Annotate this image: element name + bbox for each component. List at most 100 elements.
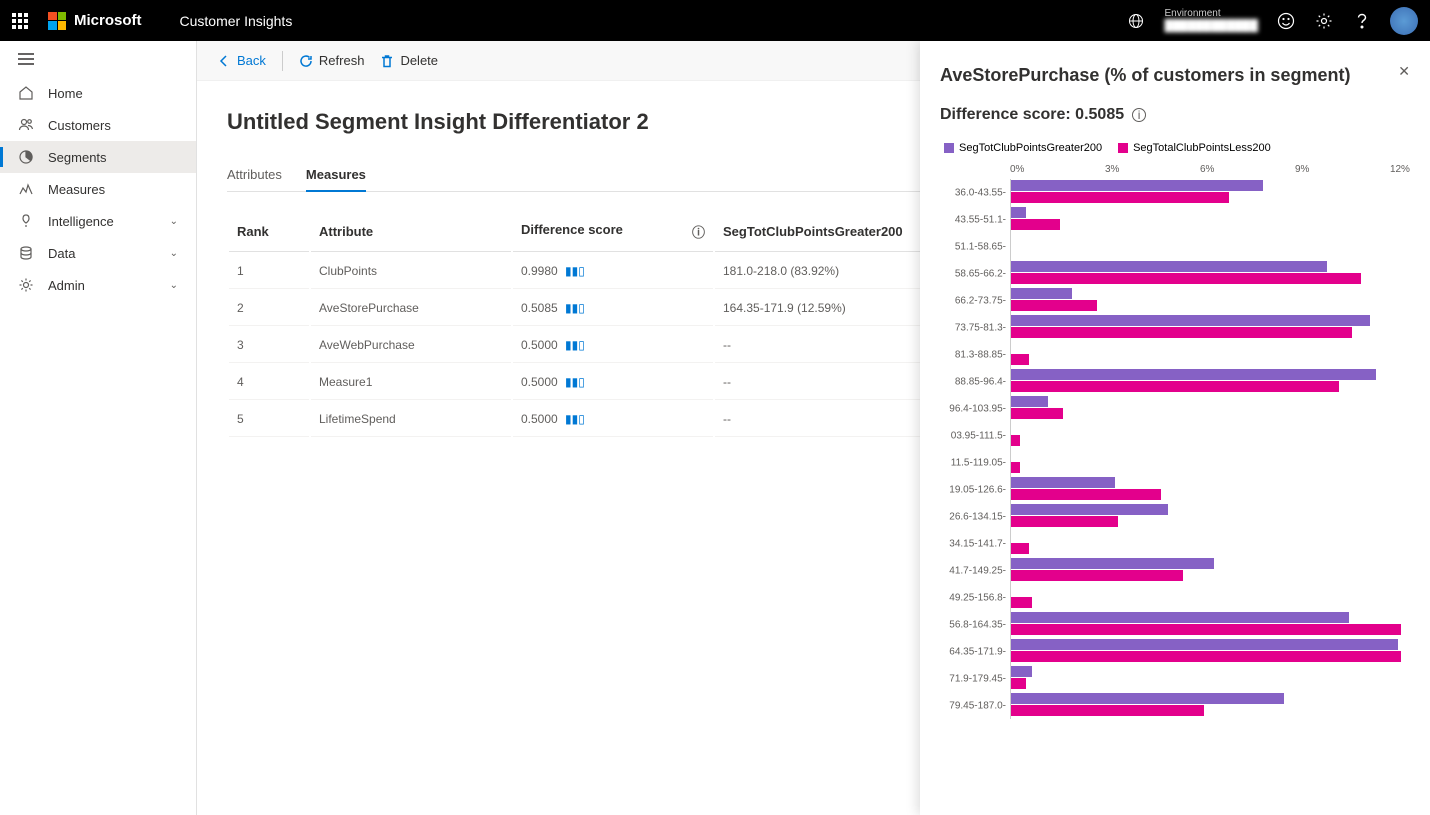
refresh-button[interactable]: Refresh xyxy=(299,53,365,68)
nav-label: Intelligence xyxy=(48,214,114,229)
cell-attribute: AveWebPurchase xyxy=(311,328,511,363)
chart-icon[interactable]: ▮▮▯ xyxy=(565,412,585,426)
bar-series-b[interactable] xyxy=(1011,489,1161,500)
chart-category-row: 81.3-88.85- xyxy=(1011,341,1410,368)
bar-series-b[interactable] xyxy=(1011,219,1060,230)
tab-attributes[interactable]: Attributes xyxy=(227,159,282,191)
nav-label: Segments xyxy=(48,150,107,165)
delete-button[interactable]: Delete xyxy=(380,53,438,68)
chart-icon[interactable]: ▮▮▯ xyxy=(565,264,585,278)
chart-icon[interactable]: ▮▮▯ xyxy=(565,338,585,352)
cell-attribute: ClubPoints xyxy=(311,254,511,289)
environment-icon[interactable] xyxy=(1126,11,1146,31)
close-icon[interactable]: ✕ xyxy=(1398,63,1410,80)
nav-icon xyxy=(18,181,34,197)
chart-category-row: 66.2-73.75- xyxy=(1011,287,1410,314)
nav-label: Admin xyxy=(48,278,85,293)
bar-series-b[interactable] xyxy=(1011,705,1204,716)
bar-series-b[interactable] xyxy=(1011,543,1029,554)
bar-series-b[interactable] xyxy=(1011,651,1401,662)
help-icon[interactable] xyxy=(1352,11,1372,31)
bar-series-b[interactable] xyxy=(1011,300,1097,311)
bar-series-a[interactable] xyxy=(1011,612,1349,623)
bar-series-b[interactable] xyxy=(1011,192,1229,203)
info-icon[interactable]: ⓘ xyxy=(692,222,705,241)
chart-category-row: 58.65-66.2- xyxy=(1011,260,1410,287)
env-value: ████████████ xyxy=(1164,20,1258,33)
chart-icon[interactable]: ▮▮▯ xyxy=(565,375,585,389)
nav-label: Measures xyxy=(48,182,105,197)
cell-rank: 5 xyxy=(229,402,309,437)
category-label: 34.15-141.7- xyxy=(941,538,1006,549)
bar-series-b[interactable] xyxy=(1011,516,1118,527)
chart-category-row: 03.95-111.5- xyxy=(1011,422,1410,449)
category-label: 43.55-51.1- xyxy=(941,214,1006,225)
nav-icon xyxy=(18,245,34,261)
bar-series-b[interactable] xyxy=(1011,273,1361,284)
bar-series-a[interactable] xyxy=(1011,477,1115,488)
bar-series-b[interactable] xyxy=(1011,408,1063,419)
bar-series-b[interactable] xyxy=(1011,570,1183,581)
tab-measures[interactable]: Measures xyxy=(306,159,366,192)
col-rank[interactable]: Rank xyxy=(229,212,309,252)
sidebar-item-data[interactable]: Data⌄ xyxy=(0,237,196,269)
delete-label: Delete xyxy=(400,53,438,68)
back-button[interactable]: Back xyxy=(217,53,266,68)
chart-category-row: 64.35-171.9- xyxy=(1011,638,1410,665)
bar-series-a[interactable] xyxy=(1011,180,1263,191)
cell-rank: 4 xyxy=(229,365,309,400)
bar-series-a[interactable] xyxy=(1011,288,1072,299)
chart-category-row: 34.15-141.7- xyxy=(1011,530,1410,557)
bar-series-a[interactable] xyxy=(1011,639,1398,650)
feedback-icon[interactable] xyxy=(1276,11,1296,31)
chart-category-row: 51.1-58.65- xyxy=(1011,233,1410,260)
category-label: 41.7-149.25- xyxy=(941,565,1006,576)
chart-legend: SegTotClubPointsGreater200 SegTotalClubP… xyxy=(944,142,1410,154)
settings-icon[interactable] xyxy=(1314,11,1334,31)
nav-toggle-icon[interactable] xyxy=(0,41,196,77)
bar-series-b[interactable] xyxy=(1011,678,1026,689)
category-label: 66.2-73.75- xyxy=(941,295,1006,306)
sidebar-item-segments[interactable]: Segments xyxy=(0,141,196,173)
bar-series-a[interactable] xyxy=(1011,693,1284,704)
bar-series-b[interactable] xyxy=(1011,354,1029,365)
bar-series-b[interactable] xyxy=(1011,597,1032,608)
sidebar-item-measures[interactable]: Measures xyxy=(0,173,196,205)
brand-text: Microsoft xyxy=(74,12,142,29)
bar-series-b[interactable] xyxy=(1011,327,1352,338)
bar-series-b[interactable] xyxy=(1011,435,1020,446)
sidebar-item-home[interactable]: Home xyxy=(0,77,196,109)
axis-tick: 6% xyxy=(1200,164,1214,175)
bar-series-b[interactable] xyxy=(1011,381,1339,392)
bar-series-a[interactable] xyxy=(1011,666,1032,677)
bar-series-a[interactable] xyxy=(1011,396,1048,407)
nav-label: Customers xyxy=(48,118,111,133)
sidebar-item-admin[interactable]: Admin⌄ xyxy=(0,269,196,301)
nav-label: Home xyxy=(48,86,83,101)
bar-series-a[interactable] xyxy=(1011,207,1026,218)
app-launcher-icon[interactable] xyxy=(12,13,28,29)
bar-series-a[interactable] xyxy=(1011,369,1376,380)
sidebar-item-intelligence[interactable]: Intelligence⌄ xyxy=(0,205,196,237)
bar-series-a[interactable] xyxy=(1011,558,1214,569)
category-label: 36.0-43.55- xyxy=(941,187,1006,198)
bar-series-a[interactable] xyxy=(1011,261,1327,272)
legend-series-a[interactable]: SegTotClubPointsGreater200 xyxy=(944,142,1102,154)
bar-series-a[interactable] xyxy=(1011,504,1168,515)
col-attribute[interactable]: Attribute xyxy=(311,212,511,252)
user-avatar[interactable] xyxy=(1390,7,1418,35)
bar-series-b[interactable] xyxy=(1011,462,1020,473)
bar-series-a[interactable] xyxy=(1011,315,1370,326)
cell-rank: 3 xyxy=(229,328,309,363)
col-diff-score[interactable]: Difference score ⓘ xyxy=(513,212,713,252)
topbar: Microsoft Customer Insights Environment … xyxy=(0,0,1430,41)
legend-series-b[interactable]: SegTotalClubPointsLess200 xyxy=(1118,142,1271,154)
axis-tick: 12% xyxy=(1390,164,1410,175)
chart-icon[interactable]: ▮▮▯ xyxy=(565,301,585,315)
category-label: 58.65-66.2- xyxy=(941,268,1006,279)
bar-series-b[interactable] xyxy=(1011,624,1401,635)
sidebar-item-customers[interactable]: Customers xyxy=(0,109,196,141)
info-icon[interactable]: i xyxy=(1132,108,1146,122)
chart-category-row: 56.8-164.35- xyxy=(1011,611,1410,638)
environment-picker[interactable]: Environment ████████████ xyxy=(1164,8,1258,33)
